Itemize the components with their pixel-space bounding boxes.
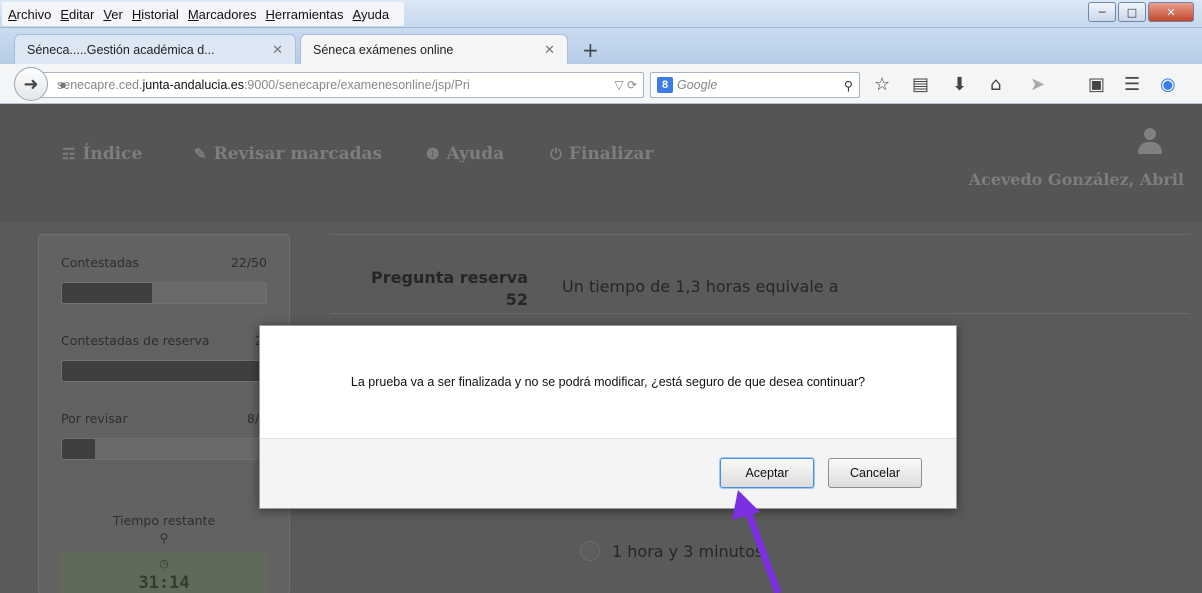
- tab-label: Séneca exámenes online: [313, 42, 454, 57]
- url-bar[interactable]: ● senecapre.ced. junta-andalucia.es:9000/…: [34, 72, 644, 98]
- nav-finish-label: Finalizar: [568, 144, 654, 164]
- nav-index-label: Índice: [82, 144, 143, 164]
- time-remaining-label: Tiempo restante: [112, 513, 216, 528]
- window-titlebar: Archivo Editar Ver Historial Marcadores …: [0, 0, 1202, 28]
- timer-box: ◷ 31:14: [61, 551, 267, 593]
- menu-ver[interactable]: Ver: [103, 7, 123, 22]
- url-host: junta-andalucia.es: [142, 78, 244, 92]
- accept-button[interactable]: Aceptar: [720, 458, 814, 488]
- download-icon[interactable]: ⬇: [952, 74, 967, 95]
- clock-icon: ◷: [159, 557, 169, 570]
- menu-archivo[interactable]: Archivo: [8, 7, 51, 22]
- zoom-icon[interactable]: ⚲: [61, 531, 267, 545]
- question-divider: [330, 313, 1190, 314]
- review-progress-bar: [61, 438, 267, 460]
- answered-progress-bar: [61, 282, 267, 304]
- search-input[interactable]: 8 Google ⚲: [650, 72, 860, 98]
- menu-marcadores[interactable]: Marcadores: [188, 7, 257, 22]
- menu-bar: Archivo Editar Ver Historial Marcadores …: [2, 2, 405, 26]
- option-radio[interactable]: [580, 541, 600, 561]
- annotation-arrow-icon: [732, 490, 782, 593]
- question-label: Pregunta reserva 52: [344, 267, 528, 311]
- cancel-button[interactable]: Cancelar: [828, 458, 922, 488]
- url-path: :9000/senecapre/examenesonline/jsp/Pri: [243, 78, 470, 92]
- maximize-icon[interactable]: □: [1118, 2, 1146, 22]
- tab-seneca-examenes[interactable]: Séneca exámenes online ✕: [300, 34, 568, 64]
- minimize-icon[interactable]: ─: [1088, 2, 1116, 22]
- answered-progress-fill: [62, 283, 152, 303]
- nav-finish[interactable]: ⏻ Finalizar: [550, 144, 653, 164]
- confirm-message: La prueba va a ser finalizada y no se po…: [350, 375, 866, 389]
- close-tab-icon[interactable]: ✕: [272, 42, 283, 58]
- reserve-progress-bar: [61, 360, 267, 382]
- pencil-icon: ✎: [194, 145, 207, 163]
- nav-review-marked[interactable]: ✎ Revisar marcadas: [194, 144, 382, 164]
- confirm-dialog: La prueba va a ser finalizada y no se po…: [259, 325, 957, 509]
- menu-ayuda[interactable]: Ayuda: [353, 7, 390, 22]
- site-identity-icon[interactable]: ●: [59, 77, 67, 92]
- close-tab-icon[interactable]: ✕: [544, 42, 555, 58]
- reserve-progress-fill: [62, 361, 266, 381]
- timer-value: 31:14: [138, 573, 190, 593]
- reading-list-icon[interactable]: ▤: [912, 74, 929, 95]
- send-icon[interactable]: ➤: [1030, 74, 1045, 95]
- screenshot-icon[interactable]: ▣: [1088, 74, 1105, 95]
- question-label-text: Pregunta reserva: [371, 268, 528, 287]
- question-number: 52: [505, 290, 528, 309]
- search-placeholder: Google: [677, 78, 718, 92]
- tab-seneca-gestion[interactable]: Séneca.....Gestión académica d... ✕: [14, 34, 296, 64]
- info-icon: ❶: [426, 145, 440, 163]
- app-navbar: ☶ Índice ✎ Revisar marcadas ❶ Ayuda ⏻ Fi…: [0, 104, 1202, 222]
- user-icon: [1138, 128, 1162, 158]
- nav-help-label: Ayuda: [446, 144, 505, 164]
- stat-answered: Contestadas 22/50: [61, 255, 267, 304]
- progress-panel: Contestadas 22/50 Contestadas de reserva…: [38, 234, 290, 593]
- user-name: Acevedo González, Abril: [968, 170, 1184, 189]
- menu-historial[interactable]: Historial: [132, 7, 179, 22]
- nav-index[interactable]: ☶ Índice: [62, 144, 142, 164]
- back-button[interactable]: ➜: [14, 67, 48, 101]
- menu-herramientas[interactable]: Herramientas: [265, 7, 343, 22]
- stat-answered-label: Contestadas: [61, 255, 140, 270]
- bookmark-star-icon[interactable]: ☆: [874, 74, 890, 95]
- navigation-toolbar: ● senecapre.ced. junta-andalucia.es:9000/…: [0, 64, 1202, 104]
- dialog-footer: Aceptar Cancelar: [260, 438, 956, 508]
- nav-review-label: Revisar marcadas: [213, 144, 383, 164]
- arrow-head: [732, 490, 760, 520]
- new-tab-icon[interactable]: +: [582, 38, 599, 62]
- window-controls: ─ □ ✕: [1086, 2, 1194, 22]
- reload-icon[interactable]: ▽ ⟳: [614, 78, 637, 92]
- power-icon: ⏻: [550, 145, 562, 163]
- hamburger-menu-icon[interactable]: ☰: [1124, 74, 1140, 95]
- back-arrow-icon: ➜: [23, 73, 39, 95]
- tab-bar: Séneca.....Gestión académica d... ✕ Séne…: [0, 28, 1202, 64]
- search-icon[interactable]: ⚲: [844, 78, 853, 93]
- stat-answered-value: 22/50: [230, 255, 267, 270]
- nav-help[interactable]: ❶ Ayuda: [426, 144, 504, 164]
- sitemap-icon: ☶: [62, 145, 76, 163]
- stat-reserve-label: Contestadas de reserva: [61, 333, 210, 348]
- arrow-shaft: [742, 504, 782, 593]
- stat-reserve: Contestadas de reserva 2/: [61, 333, 267, 382]
- stat-review-label: Por revisar: [61, 411, 128, 426]
- close-window-icon[interactable]: ✕: [1148, 2, 1194, 22]
- question-text: Un tiempo de 1,3 horas equivale a: [562, 277, 839, 296]
- menu-editar[interactable]: Editar: [60, 7, 94, 22]
- google-icon: 8: [657, 77, 673, 93]
- addon-icon[interactable]: ◉: [1160, 74, 1176, 95]
- review-progress-fill: [62, 439, 95, 459]
- url-prefix: senecapre.ced.: [57, 78, 143, 92]
- tab-label: Séneca.....Gestión académica d...: [27, 42, 215, 57]
- stat-review: Por revisar 8/5: [61, 411, 267, 460]
- home-icon[interactable]: ⌂: [990, 74, 1001, 95]
